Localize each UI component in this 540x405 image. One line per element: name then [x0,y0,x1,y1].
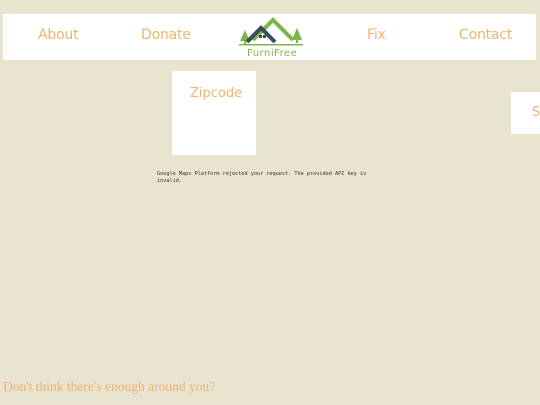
nav-link-contact[interactable]: Contact [459,27,512,43]
zipcode-label: Zipcode [190,86,243,101]
search-button-label: S [532,105,540,120]
house-roof-logo-icon [239,17,303,46]
furnifree-logo[interactable]: FurniFree [235,16,307,60]
nav-link-fix[interactable]: Fix [367,27,386,43]
nav-link-donate[interactable]: Donate [141,27,191,43]
zipcode-input-card[interactable]: Zipcode [172,71,256,155]
nav-link-about[interactable]: About [38,27,79,43]
logo-text: FurniFree [247,48,298,59]
search-button[interactable]: S [511,92,540,134]
map-error-message: Google Maps Platform rejected your reque… [157,171,367,184]
footer-prompt: Don't think there's enough around you? [3,379,216,394]
top-navigation-bar: About Donate FurniFree Fix Contact [3,14,536,60]
